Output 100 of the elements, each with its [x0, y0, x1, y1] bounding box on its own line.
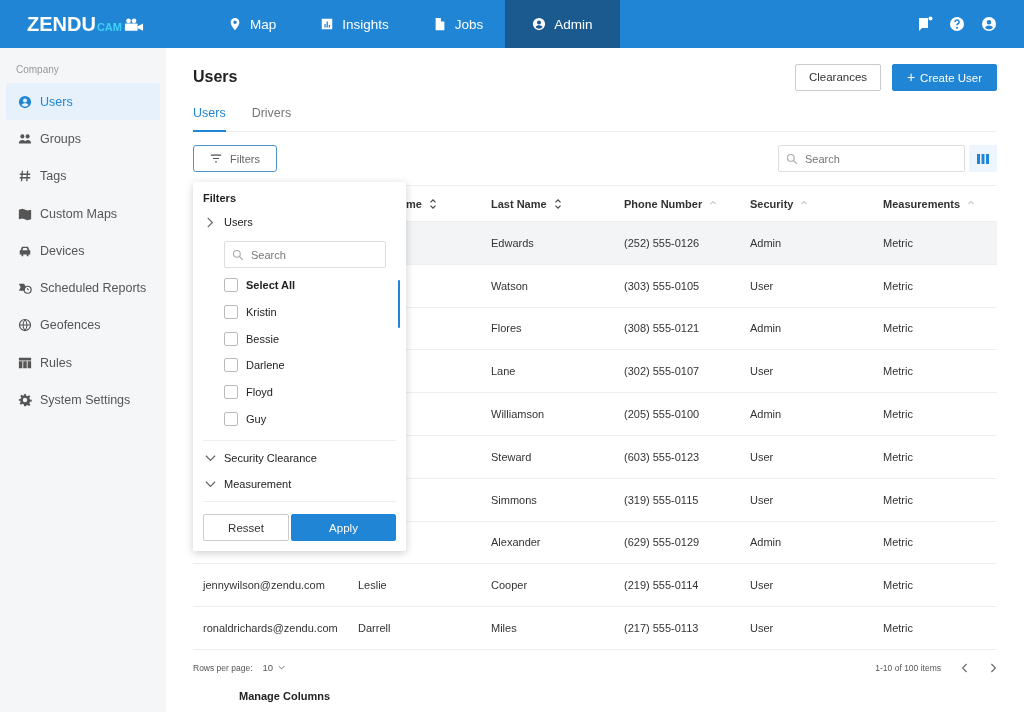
checkbox-label[interactable]: Floyd [246, 386, 273, 399]
table-cell: Cooper [491, 579, 528, 592]
sidebar-item[interactable]: Groups [6, 120, 160, 158]
chevron-icon [205, 452, 216, 464]
reset-button[interactable]: Resset [203, 514, 289, 542]
sidebar-item[interactable]: Custom Maps [6, 194, 160, 233]
filters-button[interactable]: Filters [193, 145, 277, 172]
table-cell: Metric [883, 408, 913, 421]
next-page-icon[interactable] [989, 662, 997, 673]
table-cell: Simmons [491, 493, 537, 506]
sidebar-item[interactable]: Rules [6, 344, 160, 382]
columns-button[interactable] [969, 145, 997, 172]
checkbox[interactable] [224, 305, 238, 320]
table-cell: Metric [883, 322, 913, 335]
sidebar-item[interactable]: Scheduled Reports [6, 269, 160, 307]
checkbox-label[interactable]: Darlene [246, 359, 285, 372]
chevron-icon [205, 216, 216, 228]
table-cell: (629) 555-0129 [624, 536, 700, 549]
checkbox-label[interactable]: Kristin [246, 306, 277, 319]
table-cell: (252) 555-0126 [624, 236, 700, 249]
table-cell: Metric [883, 622, 913, 635]
checkbox[interactable] [224, 411, 238, 426]
filter-section-toggle[interactable]: Security Clearance [203, 445, 396, 472]
apply-button[interactable]: Apply [291, 514, 396, 542]
help-icon[interactable] [949, 16, 965, 32]
chevron-down-icon [278, 665, 286, 671]
table-cell: Darrell [358, 622, 391, 635]
column-header[interactable]: Phone Number [624, 197, 703, 210]
column-header[interactable]: me [406, 197, 422, 210]
page-title: Users [193, 68, 238, 86]
table-cell: User [750, 279, 774, 292]
table-cell: Admin [750, 536, 782, 549]
hash-icon [18, 169, 32, 184]
search-field[interactable]: Search [224, 241, 386, 268]
table-cell: Watson [491, 279, 528, 292]
nav-tab[interactable]: Insights [298, 0, 411, 48]
table-cell: Flores [491, 322, 522, 335]
account-icon[interactable] [981, 16, 997, 32]
table-cell: Leslie [358, 579, 387, 592]
table-cell: (217) 555-0113 [624, 622, 699, 635]
column-header[interactable]: Security [750, 197, 794, 210]
nav-tab[interactable]: Admin [505, 0, 620, 48]
table-cell: User [750, 493, 774, 506]
table-cell: Admin [750, 322, 782, 335]
checkbox[interactable] [224, 358, 238, 373]
table-cell: Metric [883, 450, 913, 463]
clock-icon [18, 281, 32, 296]
table-cell: (308) 555-0121 [624, 322, 700, 335]
sidebar-item[interactable]: Geofences [6, 306, 160, 345]
table-cell: User [750, 579, 774, 592]
checkbox-label[interactable]: Guy [246, 412, 267, 425]
group-icon [18, 131, 32, 146]
table-cell: (303) 555-0105 [624, 279, 700, 292]
checkbox-label[interactable]: Select All [246, 279, 296, 292]
column-header[interactable]: Measurements [883, 197, 961, 210]
checkbox[interactable] [224, 278, 238, 293]
table-cell: (603) 555-0123 [624, 450, 700, 463]
clearances-button[interactable]: Clearances [795, 63, 881, 91]
table-cell: User [750, 450, 774, 463]
table-cell: (302) 555-0107 [624, 365, 700, 378]
nav-tab[interactable]: Jobs [410, 0, 506, 48]
scrollbar-thumb[interactable] [398, 280, 400, 328]
pagination-range: 1-10 of 100 items [875, 662, 941, 673]
filter-section-toggle[interactable]: Measurement [203, 471, 396, 498]
table-cell: User [750, 622, 774, 635]
sort-icon[interactable] [552, 198, 563, 209]
filter-panel-title: Filters [203, 192, 237, 204]
tab[interactable]: Users [193, 106, 226, 132]
table-cell: (219) 555-0114 [624, 579, 699, 592]
nav-tab[interactable]: Map [206, 0, 299, 48]
checkbox[interactable] [224, 385, 238, 400]
table-cell: Metric [883, 579, 913, 592]
sidebar-item[interactable]: Tags [6, 157, 160, 195]
table-cell: Admin [750, 236, 782, 249]
table-cell: Miles [491, 622, 517, 635]
rows-per-page-label: Rows per page: [193, 662, 253, 673]
sidebar-item[interactable]: System Settings [6, 381, 160, 419]
table-cell: Metric [883, 236, 913, 249]
column-header[interactable]: Last Name [491, 197, 547, 210]
filter-icon [210, 154, 222, 163]
sort-icon[interactable] [427, 198, 438, 209]
create-button[interactable]: + Create User [892, 63, 997, 91]
manage-columns-link[interactable]: Manage Columns [239, 689, 331, 702]
checkbox-label[interactable]: Bessie [246, 332, 280, 345]
sidebar-item[interactable]: Devices [6, 232, 160, 270]
checkbox[interactable] [224, 331, 238, 346]
tab[interactable]: Drivers [251, 106, 292, 132]
table-cell: User [750, 365, 774, 378]
bar-chart-icon [320, 17, 335, 31]
table-cell: Metric [883, 536, 913, 549]
table-cell: Alexander [491, 536, 541, 549]
table-cell: Steward [491, 450, 532, 463]
table-cell: Metric [883, 365, 913, 378]
table-cell: (319) 555-0115 [624, 493, 699, 506]
search-field[interactable]: Search [778, 145, 965, 172]
section-heading: Company [15, 64, 60, 77]
user-icon [18, 94, 32, 109]
table-cell: Lane [491, 365, 516, 378]
rows-per-page-select[interactable]: 10 [262, 662, 286, 674]
previous-page-icon[interactable] [961, 662, 969, 673]
